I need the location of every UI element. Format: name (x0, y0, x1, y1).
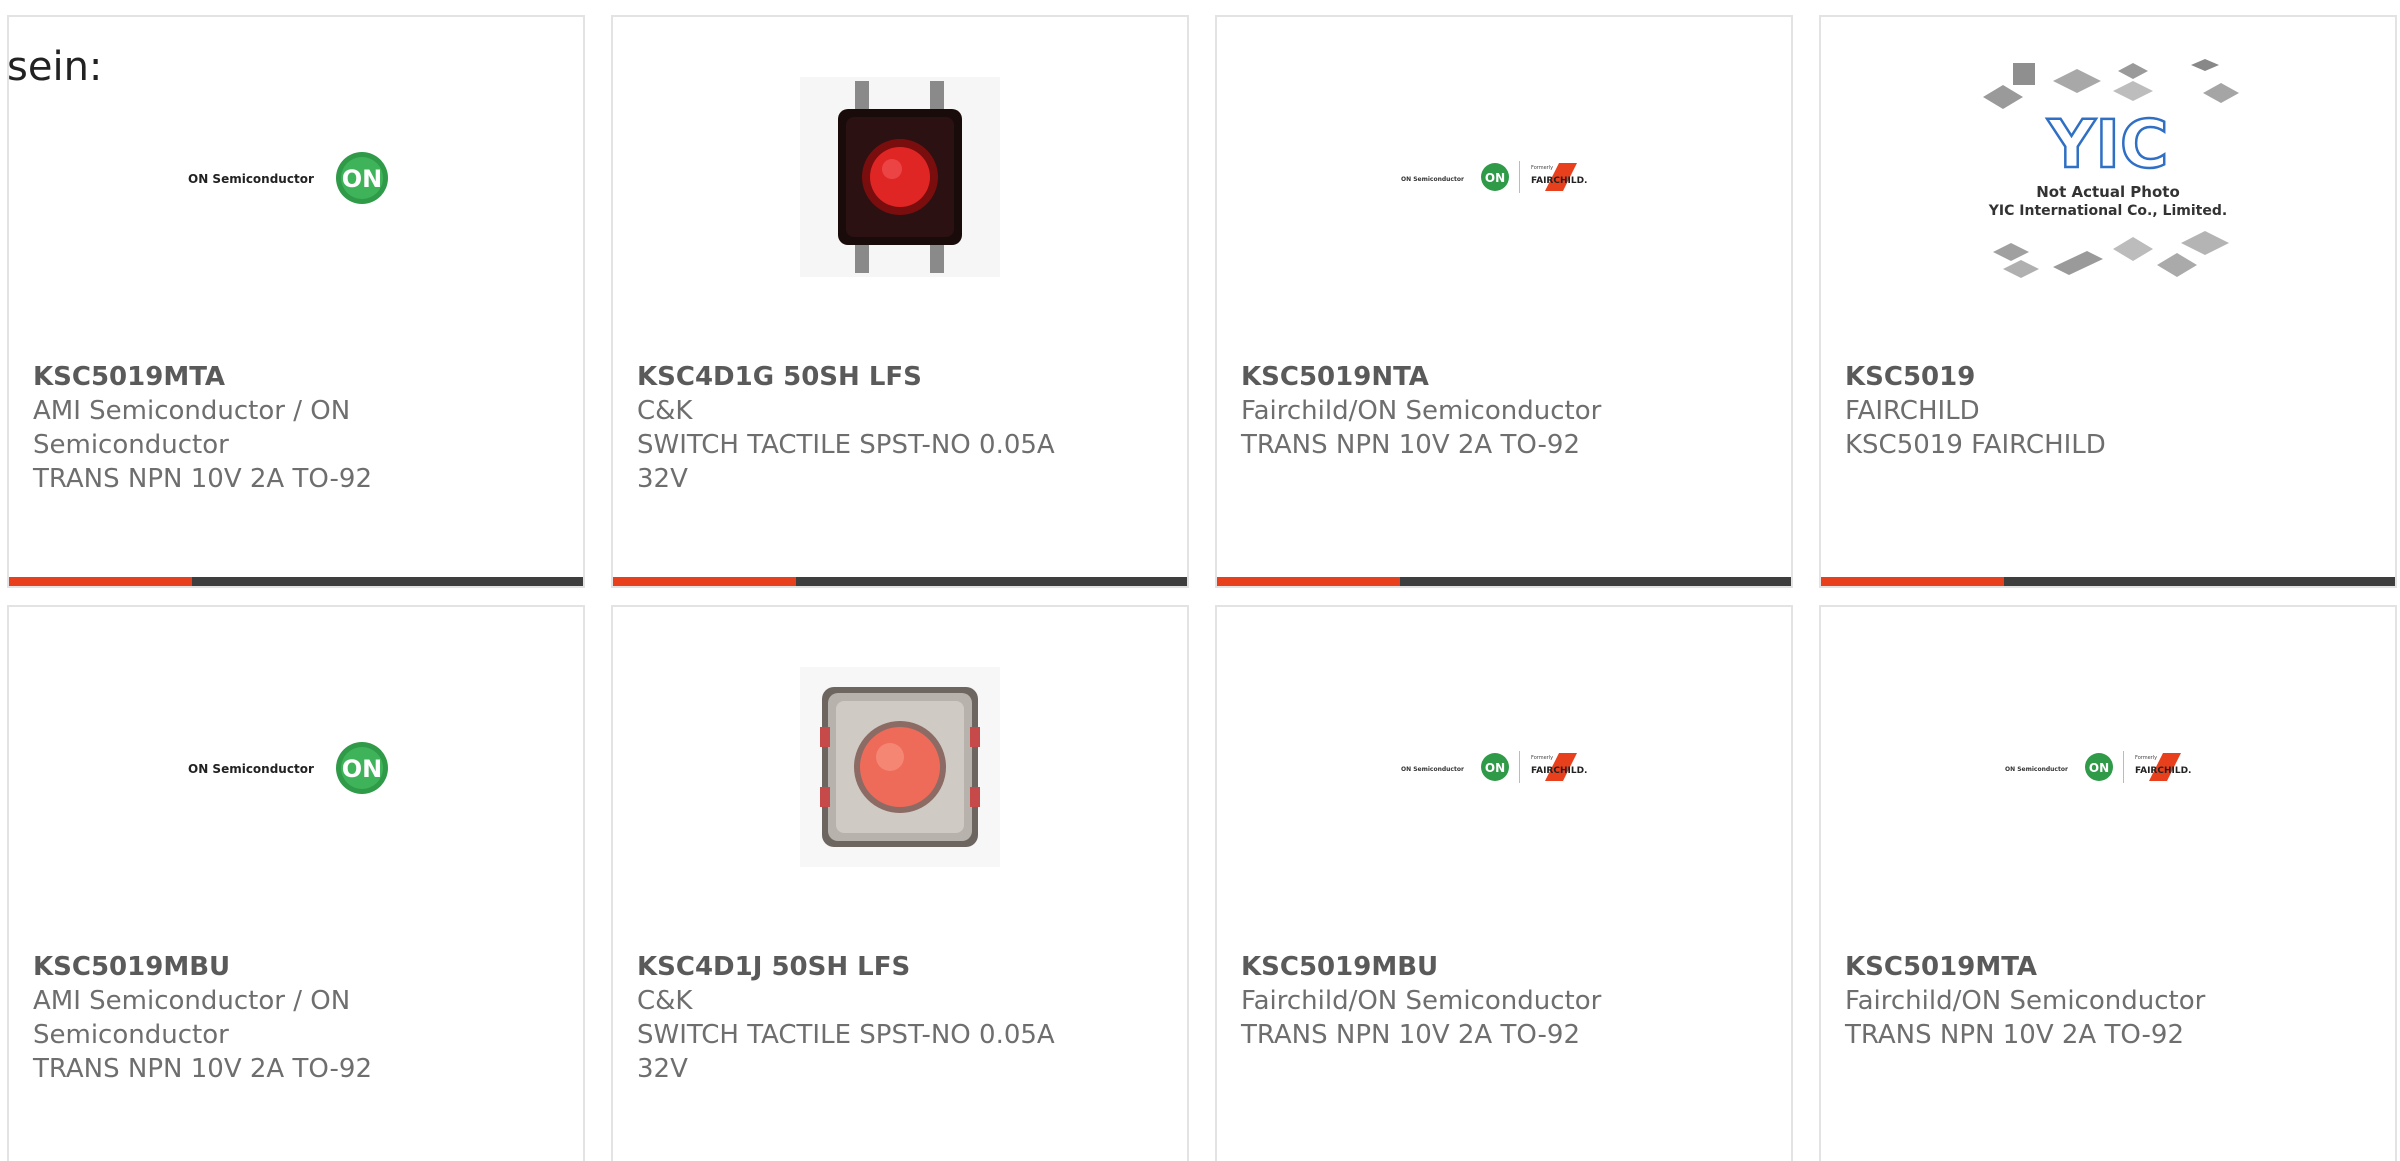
description: SWITCH TACTILE SPST-NO 0.05A 32V (637, 1020, 1055, 1084)
logo-text: ON Semiconductor (188, 172, 314, 186)
formerly-text: Formerly (1531, 755, 1553, 761)
product-card[interactable]: ON Semiconductor ON Formerly FAIRCHILD. … (1215, 15, 1793, 588)
on-semiconductor-logo-icon: ON Semiconductor ON (188, 742, 388, 794)
product-info: KSC5019MBU Fairchild/ON Semiconductor TR… (1241, 950, 1681, 1052)
product-info: KSC5019MTA Fairchild/ON Semiconductor TR… (1845, 950, 2285, 1052)
yic-line1: Not Actual Photo (2036, 183, 2180, 201)
product-card[interactable]: ON Semiconductor ON Formerly FAIRCHILD. … (1215, 605, 1793, 1161)
formerly-text: Formerly (1531, 165, 1553, 171)
manufacturer: C&K (637, 986, 693, 1016)
fairchild-text: FAIRCHILD. (2135, 766, 2191, 776)
card-bottom-bar (613, 577, 1187, 586)
logo-mark: ON (2089, 761, 2109, 775)
description: TRANS NPN 10V 2A TO-92 (1241, 430, 1581, 460)
product-info: KSC5019MTA AMI Semiconductor / ON Semico… (33, 360, 473, 496)
formerly-text: Formerly (2135, 755, 2157, 761)
on-fairchild-logo-icon: ON Semiconductor ON Formerly FAIRCHILD. (2005, 751, 2191, 783)
fairchild-text: FAIRCHILD. (1531, 766, 1587, 776)
description: TRANS NPN 10V 2A TO-92 (1241, 1020, 1581, 1050)
description: TRANS NPN 10V 2A TO-92 (33, 464, 373, 494)
product-card[interactable]: KSC4D1J 50SH LFS C&K SWITCH TACTILE SPST… (611, 605, 1189, 1161)
logo-text: ON Semiconductor (2005, 766, 2068, 773)
product-image: ON Semiconductor ON (9, 662, 583, 872)
card-bottom-bar (1217, 577, 1791, 586)
product-card[interactable]: ON Semiconductor ON KSC5019MBU AMI Semic… (7, 605, 585, 1161)
logo-text: ON Semiconductor (188, 762, 314, 776)
description: TRANS NPN 10V 2A TO-92 (33, 1054, 373, 1084)
product-image (613, 662, 1187, 872)
tactile-switch-icon (800, 77, 1000, 277)
logo-mark: ON (342, 755, 383, 783)
manufacturer: Fairchild/ON Semiconductor (1241, 396, 1602, 426)
product-info: KSC5019MBU AMI Semiconductor / ON Semico… (33, 950, 473, 1086)
tactile-switch-silver-icon (800, 667, 1000, 867)
manufacturer: AMI Semiconductor / ON Semiconductor (33, 396, 351, 460)
part-number[interactable]: KSC5019 (1845, 360, 2285, 394)
logo-mark: ON (342, 165, 383, 193)
product-card[interactable]: KSC4D1G 50SH LFS C&K SWITCH TACTILE SPST… (611, 15, 1189, 588)
card-bottom-bar (9, 577, 583, 586)
product-info: KSC5019 FAIRCHILD KSC5019 FAIRCHILD (1845, 360, 2285, 462)
heading-fragment: sein: (7, 44, 103, 90)
part-number[interactable]: KSC4D1G 50SH LFS (637, 360, 1077, 394)
product-image: ON Semiconductor ON Formerly FAIRCHILD. (1217, 72, 1791, 282)
manufacturer: FAIRCHILD (1845, 396, 1980, 426)
product-image: ON Semiconductor ON (9, 72, 583, 282)
part-number[interactable]: KSC5019MBU (33, 950, 473, 984)
part-number[interactable]: KSC4D1J 50SH LFS (637, 950, 1077, 984)
card-bottom-bar (1821, 577, 2395, 586)
manufacturer: AMI Semiconductor / ON Semiconductor (33, 986, 351, 1050)
product-grid: ON Semiconductor ON KSC5019MTA AMI Semic… (7, 15, 2397, 1161)
manufacturer: C&K (637, 396, 693, 426)
manufacturer: Fairchild/ON Semiconductor (1241, 986, 1602, 1016)
product-info: KSC4D1J 50SH LFS C&K SWITCH TACTILE SPST… (637, 950, 1077, 1086)
on-semiconductor-logo-icon: ON Semiconductor ON (188, 152, 388, 204)
card-accent-bar (1217, 577, 1400, 586)
product-image: ON Semiconductor ON Formerly FAIRCHILD. (1217, 662, 1791, 872)
part-number[interactable]: KSC5019MTA (33, 360, 473, 394)
product-grid-page: sein: ON Semiconductor ON KSC5019MTA AMI… (0, 0, 2400, 1161)
yic-line2: YIC International Co., Limited. (1988, 203, 2227, 219)
logo-mark: ON (1485, 761, 1505, 775)
product-card[interactable]: ON Semiconductor ON Formerly FAIRCHILD. … (1819, 605, 2397, 1161)
manufacturer: Fairchild/ON Semiconductor (1845, 986, 2206, 1016)
part-number[interactable]: KSC5019MBU (1241, 950, 1681, 984)
yic-placeholder-icon: YIC Not Actual Photo YIC International C… (1983, 59, 2239, 278)
logo-text: ON Semiconductor (1401, 766, 1464, 773)
description: KSC5019 FAIRCHILD (1845, 430, 2106, 460)
card-accent-bar (9, 577, 192, 586)
fairchild-text: FAIRCHILD. (1531, 176, 1587, 186)
product-card[interactable]: ON Semiconductor ON KSC5019MTA AMI Semic… (7, 15, 585, 588)
product-image: YIC Not Actual Photo YIC International C… (1821, 59, 2395, 282)
product-info: KSC4D1G 50SH LFS C&K SWITCH TACTILE SPST… (637, 360, 1077, 496)
card-accent-bar (613, 577, 796, 586)
part-number[interactable]: KSC5019MTA (1845, 950, 2285, 984)
yic-logo: YIC (2047, 106, 2169, 183)
description: SWITCH TACTILE SPST-NO 0.05A 32V (637, 430, 1055, 494)
part-number[interactable]: KSC5019NTA (1241, 360, 1681, 394)
on-fairchild-logo-icon: ON Semiconductor ON Formerly FAIRCHILD. (1401, 751, 1587, 783)
product-image: ON Semiconductor ON Formerly FAIRCHILD. (1821, 662, 2395, 872)
card-accent-bar (1821, 577, 2004, 586)
description: TRANS NPN 10V 2A TO-92 (1845, 1020, 2185, 1050)
product-image (613, 72, 1187, 282)
on-fairchild-logo-icon: ON Semiconductor ON Formerly FAIRCHILD. (1401, 161, 1587, 193)
logo-text: ON Semiconductor (1401, 176, 1464, 183)
product-info: KSC5019NTA Fairchild/ON Semiconductor TR… (1241, 360, 1681, 462)
product-card[interactable]: YIC Not Actual Photo YIC International C… (1819, 15, 2397, 588)
logo-mark: ON (1485, 171, 1505, 185)
